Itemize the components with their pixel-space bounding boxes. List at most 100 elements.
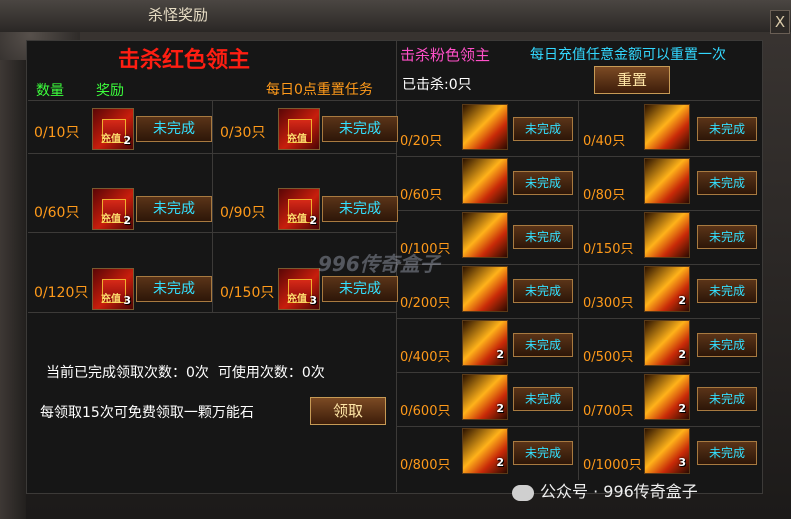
right-qty: 0/60只 — [400, 188, 443, 203]
item-tag: 充值 — [287, 214, 307, 225]
right-qty: 0/150只 — [583, 242, 634, 257]
item-tag: 充值 — [101, 294, 121, 305]
close-button[interactable]: X — [770, 10, 790, 34]
completed-count-text: 当前已完成领取次数：0次 可使用次数：0次 — [46, 362, 325, 382]
right-heading: 击杀粉色领主 — [400, 46, 491, 64]
right-qty: 0/1000只 — [583, 458, 642, 473]
item-count: 2 — [496, 348, 504, 361]
status-button[interactable]: 未完成 — [513, 279, 573, 303]
reward-item-icon — [644, 158, 690, 204]
right-qty: 0/100只 — [400, 242, 451, 257]
status-button[interactable]: 未完成 — [322, 276, 398, 302]
item-count: 2 — [496, 402, 504, 415]
window-title: 杀怪奖励 — [148, 6, 209, 24]
wechat-icon — [512, 484, 534, 501]
reset-button[interactable]: 重置 — [594, 66, 670, 94]
right-qty: 0/800只 — [400, 458, 451, 473]
frame-left-edge — [0, 60, 26, 519]
right-qty: 0/20只 — [400, 134, 443, 149]
killed-count: 已击杀:0只 — [402, 77, 472, 93]
reward-item-icon: 2 — [462, 374, 508, 420]
reward-item-icon — [462, 212, 508, 258]
reward-item-icon — [644, 104, 690, 150]
left-qty: 0/10只 — [34, 125, 80, 141]
reward-item-icon: 2 — [644, 320, 690, 366]
status-button[interactable]: 未完成 — [697, 279, 757, 303]
item-count: 2 — [496, 456, 504, 469]
item-count: 2 — [678, 294, 686, 307]
status-button[interactable]: 未完成 — [513, 117, 573, 141]
item-count: 3 — [678, 456, 686, 469]
status-button[interactable]: 未完成 — [136, 276, 212, 302]
status-button[interactable]: 未完成 — [697, 333, 757, 357]
status-button[interactable]: 未完成 — [513, 171, 573, 195]
item-count: 2 — [309, 214, 317, 227]
item-tag: 充值 — [101, 134, 121, 145]
status-button[interactable]: 未完成 — [697, 171, 757, 195]
status-button[interactable]: 未完成 — [322, 196, 398, 222]
recharge-note: 每日充值任意金额可以重置一次 — [530, 47, 726, 63]
status-button[interactable]: 未完成 — [697, 441, 757, 465]
recharge-card-icon: 充值 2 — [92, 188, 134, 230]
right-qty: 0/500只 — [583, 350, 634, 365]
left-qty: 0/30只 — [220, 125, 266, 141]
recharge-card-icon: 充值 — [278, 108, 320, 150]
right-qty: 0/300只 — [583, 296, 634, 311]
recharge-card-icon: 充值 2 — [92, 108, 134, 150]
item-count: 2 — [123, 214, 131, 227]
item-count: 2 — [678, 348, 686, 361]
bonus-text: 每领取15次可免费领取一颗万能石 — [40, 405, 254, 421]
status-button[interactable]: 未完成 — [513, 441, 573, 465]
reward-item-icon: 2 — [644, 266, 690, 312]
left-qty: 0/120只 — [34, 285, 89, 301]
right-qty: 0/600只 — [400, 404, 451, 419]
wechat-caption: 公众号 · 996传奇盒子 — [512, 478, 698, 502]
claim-button[interactable]: 领取 — [310, 397, 386, 425]
right-qty: 0/700只 — [583, 404, 634, 419]
item-count: 3 — [309, 294, 317, 307]
column-header-reward: 奖励 — [96, 83, 124, 99]
item-tag: 充值 — [101, 214, 121, 225]
status-button[interactable]: 未完成 — [513, 225, 573, 249]
reward-item-icon — [462, 104, 508, 150]
item-count: 2 — [678, 402, 686, 415]
recharge-card-icon: 充值 3 — [278, 268, 320, 310]
recharge-card-icon: 充值 2 — [278, 188, 320, 230]
status-button[interactable]: 未完成 — [136, 196, 212, 222]
column-header-qty: 数量 — [36, 83, 64, 99]
left-qty: 0/150只 — [220, 285, 275, 301]
right-qty: 0/400只 — [400, 350, 451, 365]
wechat-caption-text: 公众号 · 996传奇盒子 — [540, 482, 698, 501]
reward-item-icon — [644, 212, 690, 258]
recharge-card-icon: 充值 3 — [92, 268, 134, 310]
right-qty: 0/40只 — [583, 134, 626, 149]
title-bar — [0, 0, 791, 32]
right-qty: 0/80只 — [583, 188, 626, 203]
item-count: 3 — [123, 294, 131, 307]
status-button[interactable]: 未完成 — [697, 225, 757, 249]
item-count: 2 — [123, 134, 131, 147]
usable-text: 可使用次数：0次 — [217, 365, 325, 381]
item-tag: 充值 — [287, 294, 307, 305]
left-qty: 0/60只 — [34, 205, 80, 221]
reward-item-icon — [462, 158, 508, 204]
reward-item-icon: 2 — [462, 320, 508, 366]
divider — [212, 100, 213, 312]
reward-item-icon: 2 — [644, 374, 690, 420]
divider — [578, 100, 579, 480]
status-button[interactable]: 未完成 — [322, 116, 398, 142]
reward-item-icon: 3 — [644, 428, 690, 474]
reward-item-icon — [462, 266, 508, 312]
left-qty: 0/90只 — [220, 205, 266, 221]
completed-text: 当前已完成领取次数：0次 — [46, 365, 209, 381]
daily-reset-note: 每日0点重置任务 — [266, 82, 373, 98]
status-button[interactable]: 未完成 — [513, 333, 573, 357]
right-qty: 0/200只 — [400, 296, 451, 311]
status-button[interactable]: 未完成 — [697, 117, 757, 141]
item-tag: 充值 — [287, 134, 307, 145]
status-button[interactable]: 未完成 — [513, 387, 573, 411]
status-button[interactable]: 未完成 — [136, 116, 212, 142]
reward-item-icon: 2 — [462, 428, 508, 474]
left-heading: 击杀红色领主 — [118, 48, 251, 73]
status-button[interactable]: 未完成 — [697, 387, 757, 411]
